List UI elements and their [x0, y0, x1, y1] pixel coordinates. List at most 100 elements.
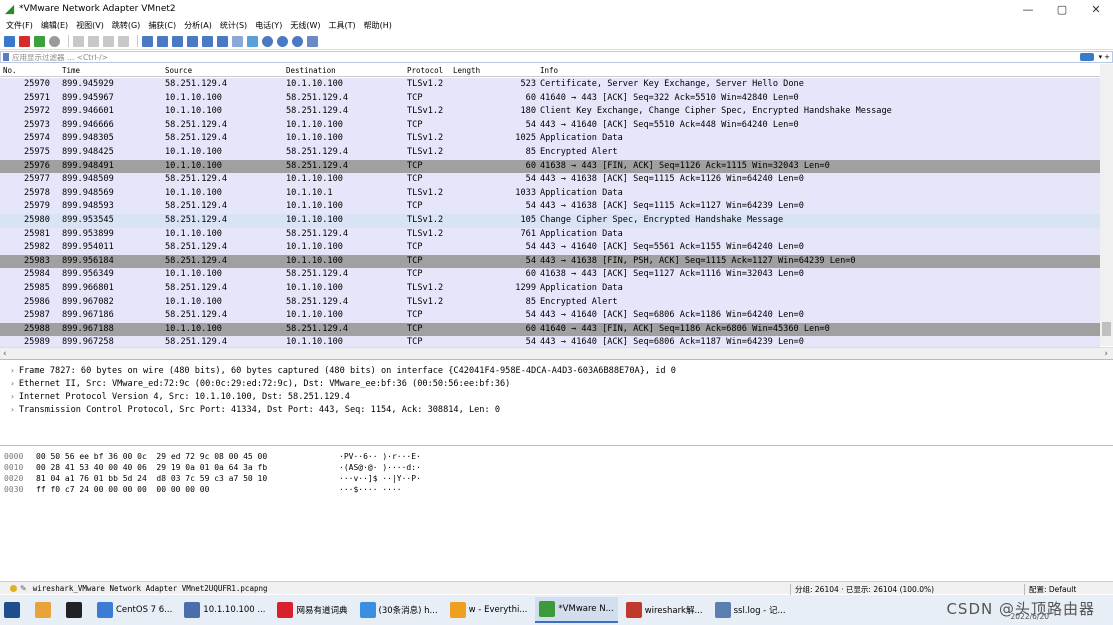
menu-item[interactable]: 帮助(H)	[364, 20, 392, 31]
reload-icon[interactable]	[118, 35, 129, 47]
taskbar-app[interactable]: 10.1.10.100 ...	[180, 597, 269, 623]
menu-item[interactable]: 电话(Y)	[255, 20, 282, 31]
filter-input[interactable]: 应用显示过滤器 … <Ctrl-/>	[12, 52, 108, 63]
packet-row[interactable]: 25978 899.948569 10.1.10.100 10.1.10.1 TLSv1…	[0, 186, 1100, 201]
resize-columns-icon[interactable]	[307, 35, 318, 47]
menu-item[interactable]: 分析(A)	[184, 20, 212, 31]
expert-info-icon[interactable]	[10, 584, 17, 592]
add-filter-button[interactable]: +	[1104, 53, 1110, 61]
col-protocol[interactable]: Protocol	[407, 66, 443, 75]
expand-caret-icon[interactable]: ›	[10, 379, 15, 388]
packet-row[interactable]: 25974 899.948305 58.251.129.4 10.1.10.100 TL…	[0, 132, 1100, 146]
detail-tree-item[interactable]: › Internet Protocol Version 4, Src: 10.1.…	[0, 390, 1113, 403]
detail-tree-item[interactable]: › Transmission Control Protocol, Src Port…	[0, 403, 1113, 416]
go-forward-icon[interactable]	[172, 35, 183, 47]
packet-row[interactable]: 25986 899.967082 10.1.10.100 58.251.129.4 TL…	[0, 295, 1100, 310]
go-back-icon[interactable]	[157, 35, 168, 47]
taskbar-app[interactable]: CentOS 7 6...	[93, 597, 176, 623]
packet-row[interactable]: 25983 899.956184 58.251.129.4 10.1.10.100 TC…	[0, 254, 1100, 269]
taskbar-app[interactable]	[31, 597, 58, 623]
col-destination[interactable]: Destination	[286, 66, 336, 75]
col-info[interactable]: Info	[540, 66, 558, 75]
zoom-out-icon[interactable]	[277, 35, 288, 47]
expand-caret-icon[interactable]: ›	[10, 405, 15, 414]
last-packet-icon[interactable]	[217, 35, 228, 47]
col-time[interactable]: Time	[62, 66, 80, 75]
apply-filter-button[interactable]	[1079, 53, 1094, 61]
display-filter-bar[interactable]: 应用显示过滤器 … <Ctrl-/> ▾ +	[0, 51, 1113, 63]
hex-dump-line[interactable]: 0010 00 28 41 53 40 00 40 06 29 19 0a 01 …	[0, 463, 1113, 474]
taskbar-app[interactable]	[62, 597, 89, 623]
scroll-right-icon[interactable]: ›	[1104, 349, 1108, 359]
menu-item[interactable]: 视图(V)	[76, 20, 104, 31]
cell-info: Encrypted Alert	[540, 146, 618, 157]
packet-row[interactable]: 25971 899.945967 10.1.10.100 58.251.129.4 TC…	[0, 91, 1100, 106]
packet-row[interactable]: 25985 899.966801 58.251.129.4 10.1.10.100 TL…	[0, 281, 1100, 296]
save-file-icon[interactable]	[88, 35, 99, 47]
bookmark-icon[interactable]	[3, 53, 9, 61]
taskbar-app[interactable]: wireshark解...	[622, 597, 707, 623]
cell-time: 899.948569	[62, 187, 114, 198]
detail-tree-item[interactable]: › Frame 7827: 60 bytes on wire (480 bits)…	[0, 364, 1113, 377]
hex-dump-line[interactable]: 0000 00 50 56 ee bf 36 00 0c 29 ed 72 9c …	[0, 452, 1113, 463]
minimize-button[interactable]: —	[1011, 0, 1045, 18]
menu-item[interactable]: 跳转(G)	[112, 20, 140, 31]
colorize-icon[interactable]	[247, 35, 258, 47]
packet-row[interactable]: 25988 899.967188 10.1.10.100 58.251.129.4 TC…	[0, 322, 1100, 337]
packet-row[interactable]: 25982 899.954011 58.251.129.4 10.1.10.100 TC…	[0, 241, 1100, 255]
restart-capture-icon[interactable]	[34, 35, 45, 47]
packet-row[interactable]: 25981 899.953899 10.1.10.100 58.251.129.4 TL…	[0, 227, 1100, 242]
detail-tree-item[interactable]: › Ethernet II, Src: VMware_ed:72:9c (00:0…	[0, 377, 1113, 390]
packet-row[interactable]: 25973 899.946666 58.251.129.4 10.1.10.100 TC…	[0, 118, 1100, 133]
packet-list-hscrollbar[interactable]: ‹ ›	[0, 347, 1113, 359]
col-no[interactable]: No.	[3, 66, 17, 75]
close-button[interactable]: ✕	[1079, 0, 1113, 18]
taskbar-app[interactable]: ssl.log - 记...	[711, 597, 790, 623]
packet-row[interactable]: 25984 899.956349 10.1.10.100 58.251.129.4 TC…	[0, 268, 1100, 282]
taskbar-app[interactable]: (30条消息) h...	[356, 597, 442, 623]
packet-row[interactable]: 25975 899.948425 10.1.10.100 58.251.129.4 TL…	[0, 145, 1100, 160]
packet-row[interactable]: 25987 899.967186 58.251.129.4 10.1.10.100 TC…	[0, 309, 1100, 323]
first-packet-icon[interactable]	[202, 35, 213, 47]
maximize-button[interactable]: ▢	[1045, 0, 1079, 18]
close-file-icon[interactable]	[103, 35, 114, 47]
autoscroll-icon[interactable]	[232, 35, 243, 47]
scroll-left-icon[interactable]: ‹	[3, 349, 7, 359]
menu-item[interactable]: 工具(T)	[328, 20, 355, 31]
hex-dump-line[interactable]: 0020 81 04 a1 76 01 bb 5d 24 d8 03 7c 59 …	[0, 474, 1113, 485]
taskbar-app[interactable]: w - Everythi...	[446, 597, 532, 623]
packet-row[interactable]: 25970 899.945929 58.251.129.4 10.1.10.100 TL…	[0, 78, 1100, 92]
taskbar-app[interactable]: 网易有道词典	[273, 597, 351, 623]
zoom-in-icon[interactable]	[262, 35, 273, 47]
go-to-packet-icon[interactable]	[187, 35, 198, 47]
capture-comment-icon[interactable]: ✎	[20, 584, 27, 593]
start-capture-icon[interactable]	[4, 35, 15, 47]
packet-row[interactable]: 25980 899.953545 58.251.129.4 10.1.10.100 TL…	[0, 213, 1100, 228]
menu-item[interactable]: 捕获(C)	[148, 20, 176, 31]
normal-size-icon[interactable]	[292, 35, 303, 47]
find-packet-icon[interactable]	[142, 35, 153, 47]
cell-time: 899.966801	[62, 282, 114, 293]
col-source[interactable]: Source	[165, 66, 192, 75]
profile-label[interactable]: 配置: Default	[1024, 584, 1076, 595]
cell-src: 58.251.129.4	[165, 119, 228, 130]
menu-item[interactable]: 编辑(E)	[41, 20, 68, 31]
menu-item[interactable]: 统计(S)	[220, 20, 247, 31]
packet-row[interactable]: 25977 899.948509 58.251.129.4 10.1.10.100 TC…	[0, 173, 1100, 187]
taskbar-app[interactable]: *VMware N...	[535, 597, 618, 623]
filter-dropdown-icon[interactable]: ▾	[1099, 53, 1103, 61]
capture-options-icon[interactable]	[49, 35, 60, 47]
expand-caret-icon[interactable]: ›	[10, 366, 15, 375]
expand-caret-icon[interactable]: ›	[10, 392, 15, 401]
packet-row[interactable]: 25979 899.948593 58.251.129.4 10.1.10.100 TC…	[0, 200, 1100, 214]
taskbar-app[interactable]	[0, 597, 27, 623]
menu-item[interactable]: 无线(W)	[290, 20, 320, 31]
packet-row[interactable]: 25976 899.948491 10.1.10.100 58.251.129.4 TC…	[0, 159, 1100, 174]
stop-capture-icon[interactable]	[19, 35, 30, 47]
open-file-icon[interactable]	[73, 35, 84, 47]
col-length[interactable]: Length	[453, 66, 480, 75]
packet-list-scrollbar[interactable]	[1100, 64, 1113, 346]
hex-dump-line[interactable]: 0030 ff f0 c7 24 00 00 00 00 00 00 00 00 ·…	[0, 485, 1113, 496]
menu-item[interactable]: 文件(F)	[6, 20, 33, 31]
packet-row[interactable]: 25972 899.946601 10.1.10.100 58.251.129.4 TL…	[0, 105, 1100, 119]
